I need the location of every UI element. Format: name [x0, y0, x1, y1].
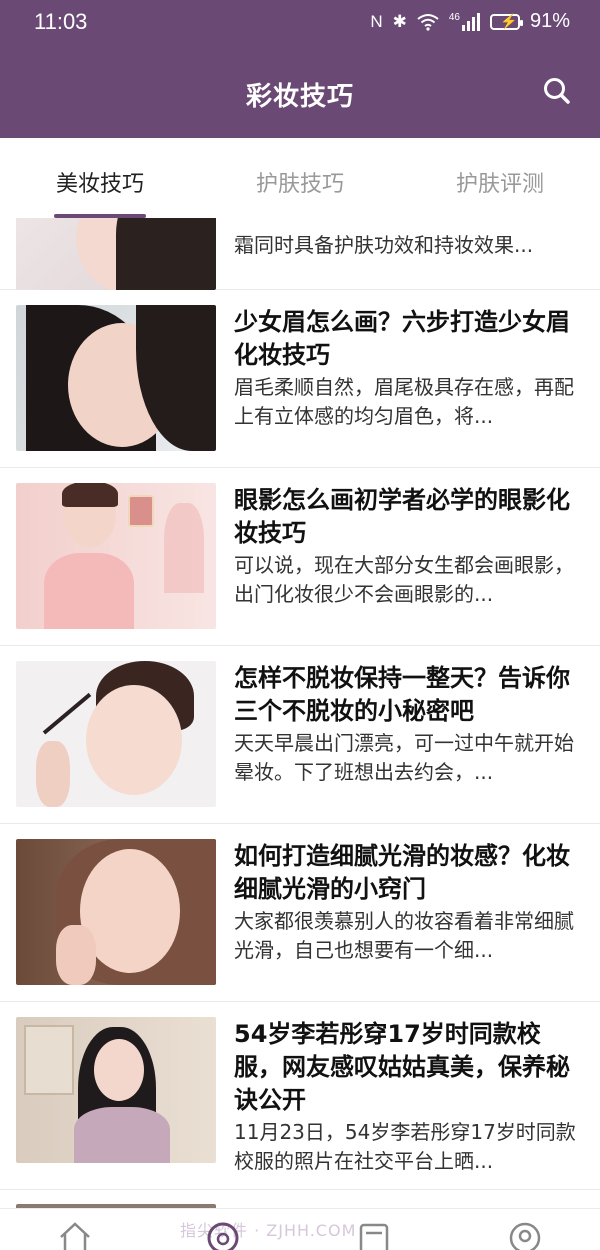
- article-thumbnail: [16, 839, 216, 985]
- article-summary: 天天早晨出门漂亮，可一过中午就开始晕妆。下了班想出去约会，...: [234, 731, 574, 784]
- idea-icon[interactable]: [206, 1221, 240, 1250]
- status-icons: N ✱ 46 ⚡ 91%: [370, 10, 570, 33]
- battery-icon: ⚡: [489, 13, 523, 30]
- article-item[interactable]: 霜同时具备护肤功效和持妆效果...: [0, 218, 600, 290]
- tab-label: 护肤评测: [455, 172, 544, 197]
- article-item[interactable]: [0, 1190, 600, 1208]
- article-item[interactable]: 54岁李若彤穿17岁时同款校服，网友感叹姑姑真美，保养秘诀公开 11月23日，5…: [0, 1002, 600, 1190]
- article-title: 眼影怎么画初学者必学的眼影化妆技巧: [234, 486, 570, 547]
- app-header: 11:03 N ✱ 46 ⚡ 91% 彩妆技巧: [0, 0, 600, 138]
- tab-skincare-tips[interactable]: 护肤技巧: [200, 138, 400, 218]
- tab-label: 美妆技巧: [55, 172, 144, 197]
- nfc-icon: N: [370, 11, 383, 31]
- article-thumbnail: [16, 661, 216, 807]
- article-summary: 11月23日，54岁李若彤穿17岁时同款校服的照片在社交平台上晒...: [234, 1120, 576, 1173]
- status-bar: 11:03 N ✱ 46 ⚡ 91%: [0, 0, 600, 46]
- signal-icon: 46: [448, 11, 480, 31]
- article-title: 少女眉怎么画？六步打造少女眉化妆技巧: [234, 308, 570, 369]
- tab-label: 护肤技巧: [255, 172, 344, 197]
- article-icon[interactable]: [358, 1221, 392, 1250]
- article-thumbnail: [16, 218, 216, 290]
- profile-icon[interactable]: [508, 1221, 542, 1250]
- article-thumbnail: [16, 483, 216, 629]
- article-summary: 眉毛柔顺自然，眉尾极具存在感，再配上有立体感的均匀眉色，将...: [234, 375, 574, 428]
- category-tabs: 美妆技巧 护肤技巧 护肤评测: [0, 138, 600, 218]
- article-thumbnail: [16, 305, 216, 451]
- bottom-nav: 指尖软件 · ZJHH.COM: [0, 1208, 600, 1250]
- article-item[interactable]: 怎样不脱妆保持一整天？告诉你三个不脱妆的小秘密吧 天天早晨出门漂亮，可一过中午就…: [0, 646, 600, 824]
- article-item[interactable]: 眼影怎么画初学者必学的眼影化妆技巧 可以说，现在大部分女生都会画眼影，出门化妆很…: [0, 468, 600, 646]
- article-summary: 可以说，现在大部分女生都会画眼影，出门化妆很少不会画眼影的...: [234, 553, 574, 606]
- wifi-icon: [417, 13, 439, 31]
- home-icon[interactable]: [58, 1221, 92, 1250]
- article-list: 霜同时具备护肤功效和持妆效果... 少女眉怎么画？六步打造少女眉化妆技巧 眉毛柔…: [0, 218, 600, 1208]
- battery-percent: 91%: [529, 10, 570, 32]
- article-title: 怎样不脱妆保持一整天？告诉你三个不脱妆的小秘密吧: [234, 664, 570, 725]
- status-time: 11:03: [34, 9, 88, 34]
- bluetooth-icon: ✱: [392, 11, 407, 31]
- tab-skincare-reviews[interactable]: 护肤评测: [400, 138, 600, 218]
- article-title: 如何打造细腻光滑的妆感？化妆细腻光滑的小窍门: [234, 842, 570, 903]
- article-thumbnail: [16, 1017, 216, 1163]
- page-title: 彩妆技巧: [245, 82, 354, 112]
- article-title: 54岁李若彤穿17岁时同款校服，网友感叹姑姑真美，保养秘诀公开: [234, 1020, 570, 1114]
- article-item[interactable]: 如何打造细腻光滑的妆感？化妆细腻光滑的小窍门 大家都很羡慕别人的妆容看着非常细腻…: [0, 824, 600, 1002]
- network-type: 46: [448, 11, 460, 23]
- article-item[interactable]: 少女眉怎么画？六步打造少女眉化妆技巧 眉毛柔顺自然，眉尾极具存在感，再配上有立体…: [0, 290, 600, 468]
- article-summary: 霜同时具备护肤功效和持妆效果...: [234, 233, 534, 257]
- tab-makeup-tips[interactable]: 美妆技巧: [0, 138, 200, 218]
- search-icon[interactable]: [542, 76, 572, 106]
- article-summary: 大家都很羡慕别人的妆容看着非常细腻光滑，自己也想要有一个细...: [234, 909, 574, 962]
